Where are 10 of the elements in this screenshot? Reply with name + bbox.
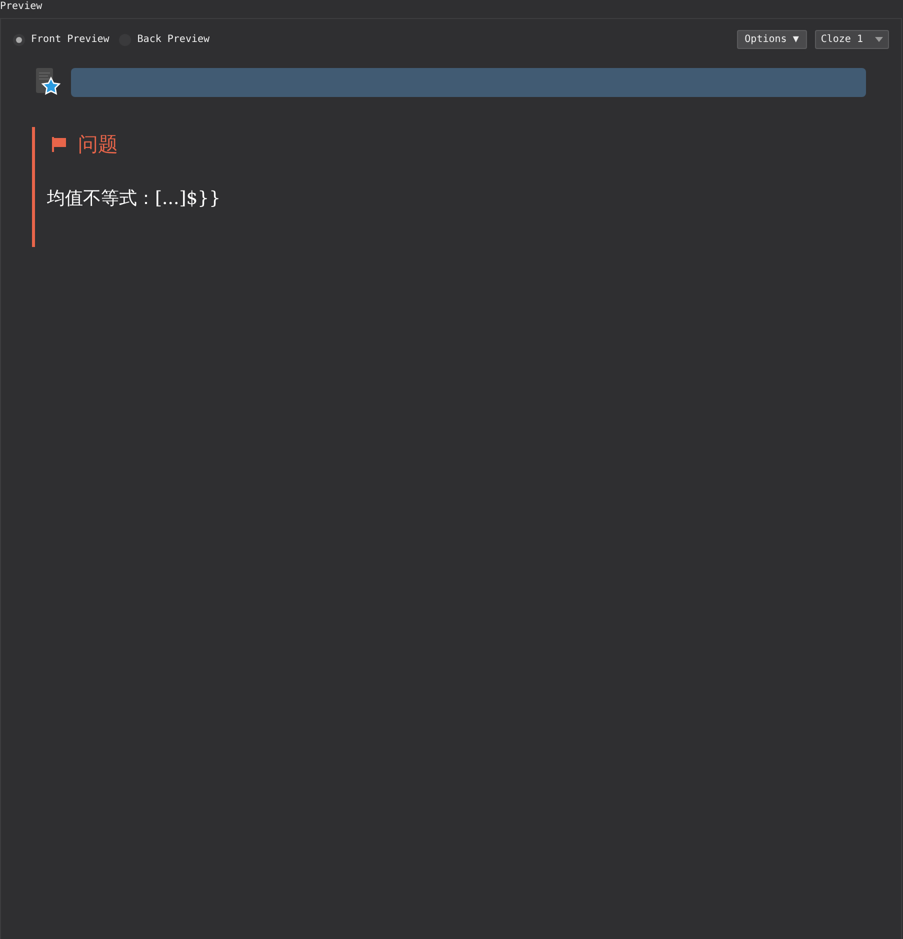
question-heading: 问题 (78, 131, 118, 158)
flag-icon (51, 136, 68, 153)
window-title: Preview (0, 0, 42, 14)
radio-button[interactable]: Front Preview (13, 34, 110, 46)
card-text: 均值不等式：[...]$}} (47, 187, 222, 210)
radio-button[interactable]: Back Preview (119, 34, 210, 46)
options-button[interactable]: Options ▼ (736, 30, 807, 49)
card-dropdown[interactable]: Cloze 1 (814, 30, 889, 49)
caret-icon (875, 37, 883, 42)
card-star-icon (34, 67, 62, 97)
